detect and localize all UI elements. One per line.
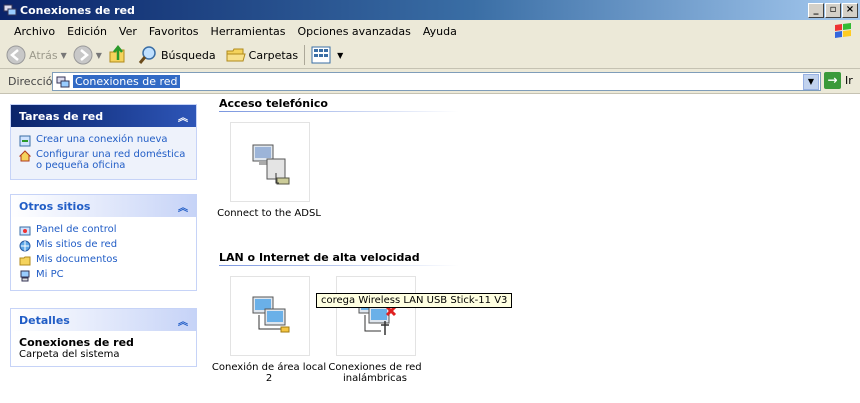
my-computer-link[interactable]: Mi PC: [19, 269, 188, 282]
home-network-icon: [19, 150, 31, 162]
details-panel: Detalles ︽ Conexiones de red Carpeta del…: [10, 308, 197, 367]
search-label: Búsqueda: [160, 48, 216, 62]
details-name: Conexiones de red: [19, 336, 134, 349]
my-network-places-link[interactable]: Mis sitios de red: [19, 239, 188, 252]
connection-label-lan: Conexión de área local 2: [211, 362, 327, 384]
folders-icon: [226, 48, 246, 62]
address-value: Conexiones de red: [73, 75, 180, 88]
menu-favoritos[interactable]: Favoritos: [143, 25, 205, 38]
close-button[interactable]: ×: [842, 3, 858, 18]
forward-arrow-icon: [73, 45, 93, 65]
menu-herramientas[interactable]: Herramientas: [205, 25, 292, 38]
back-arrow-icon: [6, 45, 26, 65]
folders-label: Carpetas: [248, 48, 299, 62]
my-documents-link[interactable]: Mis documentos: [19, 254, 188, 267]
network-tasks-panel: Tareas de red ︽ Crear una conexión nueva…: [10, 104, 197, 180]
title-bar[interactable]: Conexiones de red _ ▫ ×: [0, 0, 860, 20]
search-button[interactable]: Búsqueda: [138, 45, 216, 65]
computer-icon: [20, 270, 30, 282]
forward-dropdown-icon[interactable]: ▼: [96, 51, 102, 60]
wireless-connection-icon: [358, 296, 397, 335]
menu-ayuda[interactable]: Ayuda: [417, 25, 463, 38]
address-dropdown-button[interactable]: ▼: [803, 74, 819, 90]
control-panel-link[interactable]: Panel de control: [19, 224, 188, 237]
forward-button[interactable]: ▼: [73, 45, 102, 65]
network-places-icon: [19, 240, 31, 252]
menu-edicion[interactable]: Edición: [61, 25, 113, 38]
menu-archivo[interactable]: Archivo: [8, 25, 61, 38]
up-folder-icon: [109, 45, 125, 63]
network-tasks-title: Tareas de red: [19, 109, 104, 123]
tooltip: corega Wireless LAN USB Stick-11 V3: [316, 293, 513, 308]
details-header[interactable]: Detalles ︽: [11, 309, 196, 331]
menu-bar: Archivo Edición Ver Favoritos Herramient…: [0, 20, 860, 43]
group-header-lan: LAN o Internet de alta velocidad: [219, 251, 420, 264]
lan-connection-icon: [252, 296, 290, 333]
maximize-button[interactable]: ▫: [825, 3, 841, 18]
collapse-chevron-icon[interactable]: ︽: [178, 109, 188, 124]
windows-logo-icon: [835, 23, 851, 38]
go-arrow-icon: →: [824, 72, 841, 89]
details-type: Carpeta del sistema: [19, 349, 120, 360]
network-tasks-header[interactable]: Tareas de red ︽: [11, 105, 196, 127]
menu-opciones-avanzadas[interactable]: Opciones avanzadas: [291, 25, 416, 38]
toolbar: Atrás ▼ ▼ Búsqueda Carpetas ▼: [0, 42, 860, 69]
new-connection-icon: [19, 135, 31, 147]
other-places-header[interactable]: Otros sitios ︽: [11, 195, 196, 217]
connection-label-adsl: Connect to the ADSL: [217, 208, 321, 219]
toolbar-separator: [304, 45, 306, 65]
connection-label-wireless: Conexiones de red inalámbricas: [328, 362, 422, 384]
details-title: Detalles: [19, 313, 70, 327]
documents-folder-icon: [19, 256, 31, 266]
views-button[interactable]: ▼: [311, 45, 343, 65]
control-panel-icon: [19, 226, 31, 236]
up-folder-button[interactable]: [108, 45, 128, 65]
go-button[interactable]: → Ir: [824, 72, 853, 89]
connection-item-wireless[interactable]: [336, 276, 416, 356]
network-connections-icon: [56, 76, 70, 87]
connection-item-lan[interactable]: [230, 276, 310, 356]
collapse-chevron-icon[interactable]: ︽: [178, 313, 188, 328]
go-label: Ir: [845, 74, 853, 87]
group-header-dialup: Acceso telefónico: [219, 97, 328, 110]
task-pane: Tareas de red ︽ Crear una conexión nueva…: [0, 94, 205, 403]
setup-home-network-link[interactable]: Configurar una red doméstica o pequeña o…: [19, 149, 188, 171]
back-dropdown-icon[interactable]: ▼: [61, 51, 67, 60]
collapse-chevron-icon[interactable]: ︽: [178, 199, 188, 214]
views-dropdown-icon[interactable]: ▼: [337, 51, 343, 60]
group-divider: [219, 265, 459, 266]
window-title: Conexiones de red: [20, 3, 135, 17]
group-divider: [219, 111, 459, 112]
other-places-title: Otros sitios: [19, 199, 91, 213]
views-icon: [311, 46, 331, 64]
folders-button[interactable]: Carpetas: [226, 45, 298, 65]
connection-item-adsl[interactable]: [230, 122, 310, 202]
search-icon: [138, 46, 156, 64]
address-input[interactable]: Conexiones de red ▼: [52, 72, 821, 91]
other-places-panel: Otros sitios ︽ Panel de control Mis siti…: [10, 194, 197, 291]
menu-ver[interactable]: Ver: [113, 25, 143, 38]
back-label: Atrás: [29, 48, 58, 62]
back-button[interactable]: Atrás ▼: [6, 45, 67, 65]
address-bar: Dirección Conexiones de red ▼ → Ir: [0, 69, 860, 94]
dialup-connection-icon: [252, 144, 290, 185]
network-connections-icon: [3, 4, 17, 16]
create-connection-link[interactable]: Crear una conexión nueva: [19, 134, 188, 147]
minimize-button[interactable]: _: [808, 3, 824, 18]
content-area: Acceso telefónico Connect to the ADSL LA…: [205, 94, 860, 403]
